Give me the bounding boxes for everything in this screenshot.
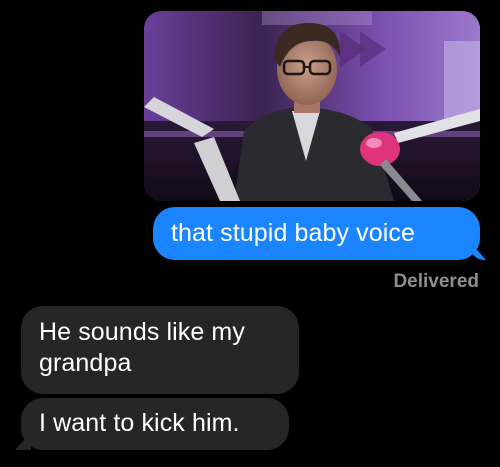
sent-message-text: that stupid baby voice [171, 219, 416, 247]
message-thread: that stupid baby voice Delivered He soun… [0, 0, 500, 467]
received-message-text: I want to kick him. [39, 409, 240, 437]
photo-image [144, 11, 480, 201]
received-message-bubble[interactable]: I want to kick him. [21, 398, 289, 450]
delivery-status: Delivered [393, 271, 479, 292]
received-message-text: He sounds like my grandpa [39, 318, 245, 377]
received-message-bubble[interactable]: He sounds like my grandpa [21, 306, 299, 394]
photo-attachment[interactable] [144, 11, 480, 201]
sent-message-bubble[interactable]: that stupid baby voice [153, 207, 480, 260]
